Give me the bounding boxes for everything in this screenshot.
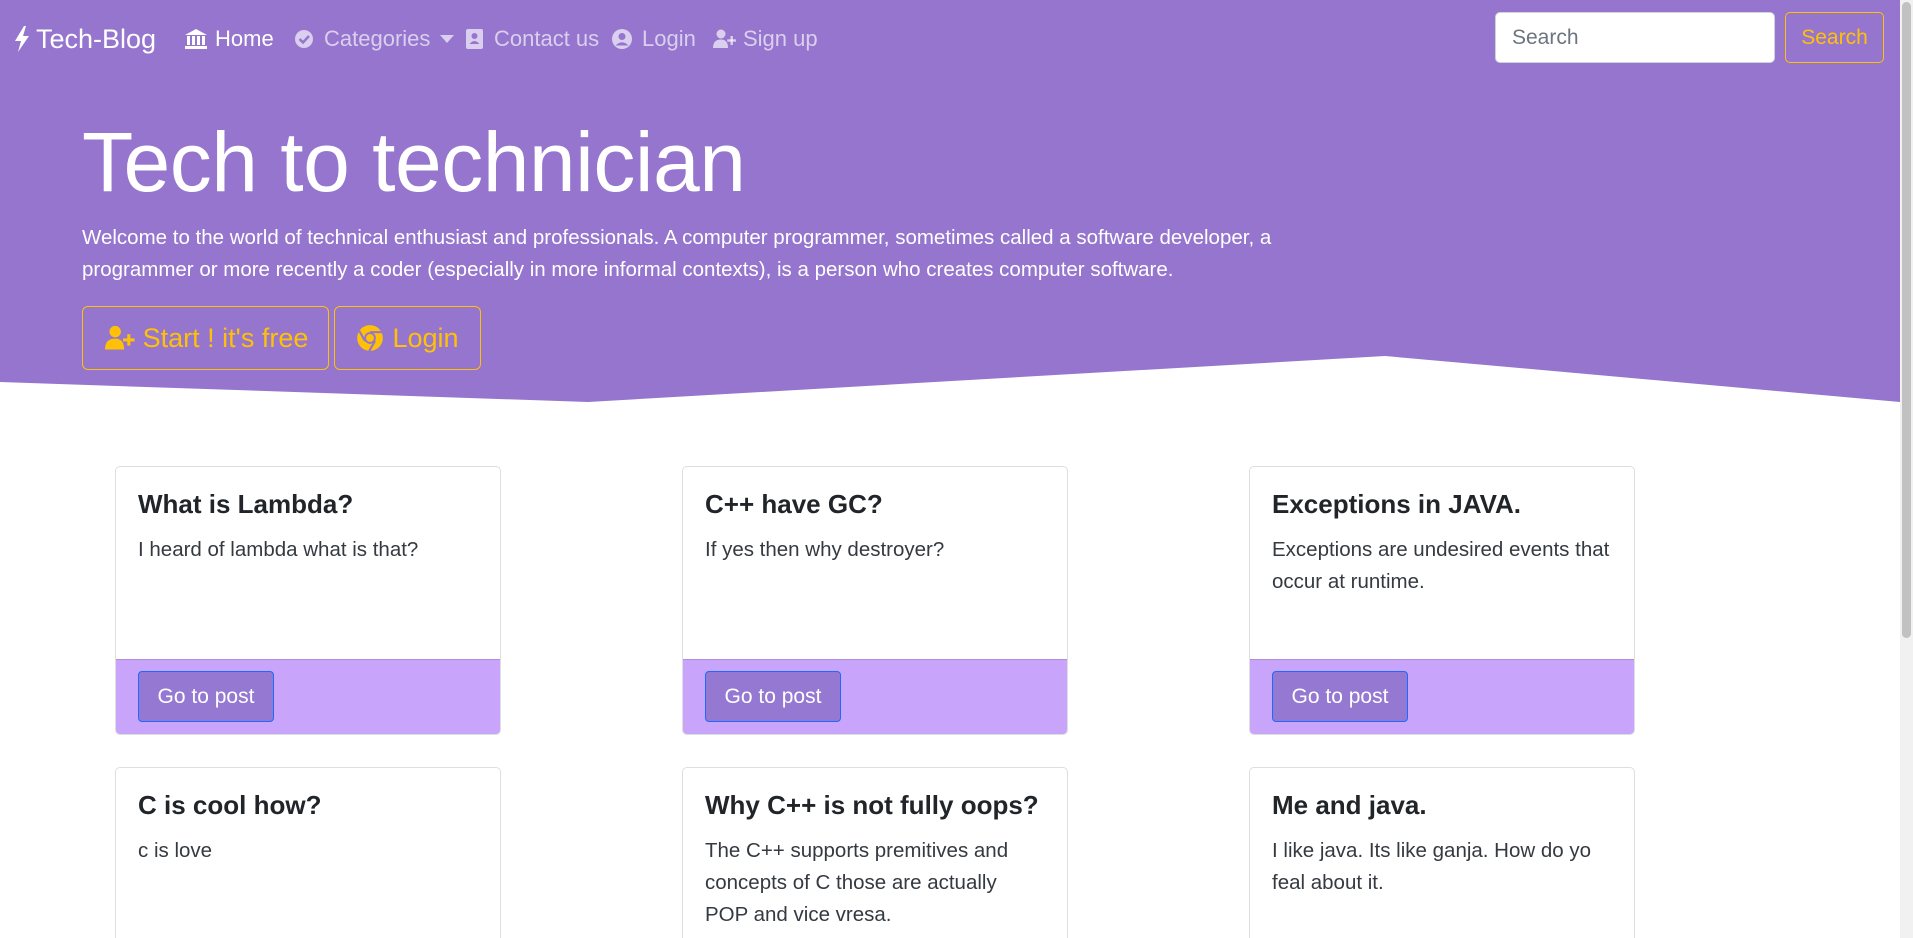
- hero-jumbotron: Tech-Blog Home Categories Contact us Log…: [0, 0, 1900, 402]
- hero-title: Tech to technician: [82, 115, 746, 209]
- navbar: Tech-Blog Home Categories Contact us Log…: [0, 0, 1900, 78]
- nav-item-home[interactable]: Home: [184, 24, 274, 54]
- post-card: Me and java. I like java. Its like ganja…: [1249, 767, 1635, 938]
- post-title: Why C++ is not fully oops?: [705, 790, 1039, 820]
- post-title: C++ have GC?: [705, 489, 883, 519]
- user-circle-icon: [612, 29, 632, 49]
- chrome-icon: [357, 325, 384, 352]
- nav-item-categories[interactable]: Categories: [293, 24, 455, 54]
- nav-label-signup: Sign up: [743, 26, 818, 51]
- go-to-post-button[interactable]: Go to post: [138, 671, 274, 722]
- address-book-icon: [466, 29, 483, 49]
- hero-login-label: Login: [392, 322, 459, 353]
- post-card-footer: Go to post: [116, 659, 500, 734]
- post-card: C++ have GC? If yes then why destroyer? …: [682, 466, 1068, 735]
- nav-label-home: Home: [215, 26, 274, 51]
- post-title: Exceptions in JAVA.: [1272, 489, 1521, 519]
- post-excerpt: The C++ supports premitives and concepts…: [705, 839, 1009, 927]
- brand-label: Tech-Blog: [36, 23, 157, 54]
- go-to-post-button[interactable]: Go to post: [1272, 671, 1408, 722]
- start-free-button[interactable]: Start ! it's free: [82, 306, 329, 370]
- post-card: C is cool how? c is love: [115, 767, 501, 938]
- post-excerpt: I like java. Its like ganja. How do yo f…: [1272, 839, 1592, 895]
- nav-label-login: Login: [642, 26, 696, 51]
- go-to-post-button[interactable]: Go to post: [705, 671, 841, 722]
- post-excerpt: I heard of lambda what is that?: [138, 538, 419, 562]
- post-excerpt: c is love: [138, 839, 213, 863]
- hero-login-button[interactable]: Login: [334, 306, 481, 370]
- scrollbar-thumb[interactable]: [1902, 2, 1911, 638]
- bank-icon: [185, 29, 207, 49]
- post-card-footer: Go to post: [683, 659, 1067, 734]
- page-scrollbar[interactable]: [1900, 0, 1913, 938]
- nav-item-login[interactable]: Login: [611, 24, 696, 54]
- post-card: Exceptions in JAVA. Exceptions are undes…: [1249, 466, 1635, 735]
- search-input[interactable]: [1495, 12, 1775, 63]
- chevron-down-icon: [440, 35, 455, 43]
- nav-item-signup[interactable]: Sign up: [712, 24, 818, 54]
- post-title: What is Lambda?: [138, 489, 354, 519]
- post-title: Me and java.: [1272, 790, 1427, 820]
- nav-label-contact: Contact us: [494, 26, 600, 51]
- post-card: What is Lambda? I heard of lambda what i…: [115, 466, 501, 735]
- user-plus-icon: [104, 325, 135, 350]
- post-card: Why C++ is not fully oops? The C++ suppo…: [682, 767, 1068, 938]
- user-plus-icon: [713, 29, 736, 48]
- post-title: C is cool how?: [138, 790, 322, 820]
- post-excerpt: Exceptions are undesired events that occ…: [1272, 538, 1610, 594]
- start-free-label: Start ! it's free: [142, 322, 309, 353]
- nav-item-contact[interactable]: Contact us: [463, 24, 599, 54]
- nav-label-categories: Categories: [324, 26, 431, 51]
- post-card-footer: Go to post: [1250, 659, 1634, 734]
- hero-lead: Welcome to the world of technical enthus…: [82, 226, 1272, 281]
- check-circle-icon: [295, 30, 313, 48]
- post-excerpt: If yes then why destroyer?: [705, 538, 945, 562]
- brand-link[interactable]: Tech-Blog: [14, 22, 156, 56]
- search-button[interactable]: Search: [1785, 12, 1884, 63]
- bolt-icon: [15, 26, 29, 52]
